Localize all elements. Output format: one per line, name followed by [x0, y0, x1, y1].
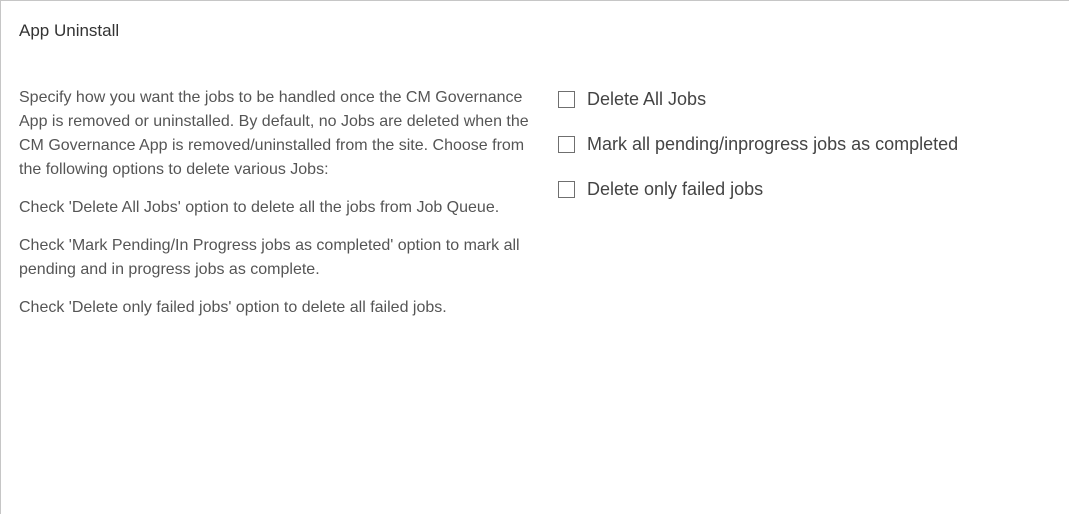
description-paragraph-mark-completed: Check 'Mark Pending/In Progress jobs as …: [19, 237, 520, 278]
delete-failed-jobs-label: Delete only failed jobs: [587, 178, 764, 199]
description-paragraph-delete-failed: Check 'Delete only failed jobs' option t…: [19, 299, 447, 316]
delete-failed-jobs-checkbox[interactable]: [558, 180, 575, 198]
description-paragraph-intro: Specify how you want the jobs to be hand…: [19, 89, 529, 178]
mark-pending-completed-checkbox[interactable]: [558, 135, 575, 153]
section-title: App Uninstall: [19, 21, 120, 40]
uninstall-description: Specify how you want the jobs to be hand…: [19, 86, 534, 334]
delete-all-jobs-label: Delete All Jobs: [587, 88, 707, 109]
option-delete-all-jobs[interactable]: Delete All Jobs: [558, 83, 1069, 115]
app-uninstall-panel: App Uninstall Specify how you want the j…: [0, 0, 1069, 514]
mark-pending-completed-label: Mark all pending/inprogress jobs as comp…: [587, 133, 959, 154]
option-mark-pending-completed[interactable]: Mark all pending/inprogress jobs as comp…: [558, 128, 1069, 160]
uninstall-options: Delete All Jobs Mark all pending/inprogr…: [558, 83, 1069, 218]
delete-all-jobs-checkbox[interactable]: [558, 90, 575, 108]
option-delete-failed-jobs[interactable]: Delete only failed jobs: [558, 173, 1069, 205]
description-paragraph-delete-all: Check 'Delete All Jobs' option to delete…: [19, 199, 500, 216]
